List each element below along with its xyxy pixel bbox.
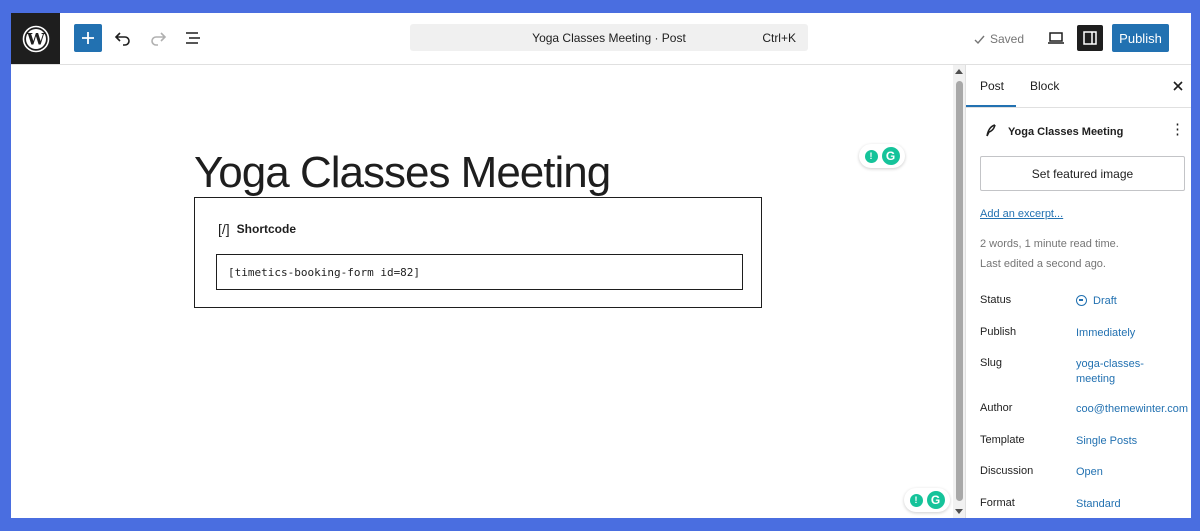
publish-button[interactable]: Publish [1112,24,1169,52]
close-icon [1173,81,1183,91]
redo-icon [151,32,167,46]
svg-text:W: W [26,29,46,48]
format-value[interactable]: Standard [1076,497,1121,512]
editor-canvas[interactable]: Yoga Classes Meeting ! G [/] Shortcode !… [11,65,953,518]
undo-button[interactable] [111,26,135,50]
format-label: Format [980,497,1015,509]
block-name: Shortcode [236,222,297,236]
post-icon [986,124,996,137]
redo-button[interactable] [146,26,170,50]
shortcode-icon: [/] [218,221,230,237]
undo-icon [114,32,130,46]
active-tab-indicator [966,105,1016,107]
settings-sidebar: Post Block Yoga Classes Meeting ⋮ Set fe… [965,65,1191,518]
settings-toggle-button[interactable] [1077,25,1103,51]
wordpress-icon: W [22,25,49,52]
status-value[interactable]: Draft [1076,294,1117,309]
slug-value[interactable]: yoga-classes-meeting [1076,357,1166,387]
tab-block[interactable]: Block [1030,79,1059,93]
editor-window: W Yoga Classes Meeting · Post Ctrl+K Sav… [11,13,1191,518]
grammarly-icon: G [881,147,900,165]
lightbulb-icon: ! [864,149,878,163]
lightbulb-icon: ! [909,493,923,507]
shortcode-block[interactable]: [/] Shortcode [194,197,762,308]
keyboard-shortcut: Ctrl+K [762,31,796,45]
grammarly-widget[interactable]: ! G [859,144,905,168]
check-icon [974,35,985,44]
scroll-up-arrow[interactable] [955,69,963,74]
author-label: Author [980,402,1013,414]
editor-toolbar: W Yoga Classes Meeting · Post Ctrl+K Sav… [11,13,1191,65]
shortcode-input[interactable] [216,254,743,290]
set-featured-image-button[interactable]: Set featured image [980,156,1185,191]
slug-label: Slug [980,357,1003,369]
template-label: Template [980,434,1025,446]
add-block-button[interactable] [74,24,102,52]
list-view-icon [186,32,200,44]
discussion-value[interactable]: Open [1076,465,1103,480]
block-label: [/] Shortcode [218,221,296,237]
last-edited: Last edited a second ago. [980,258,1106,270]
author-value[interactable]: coo@themewinter.com [1076,402,1188,417]
canvas-scrollbar[interactable] [953,65,965,518]
plus-icon [82,32,94,44]
publish-value[interactable]: Immediately [1076,326,1135,341]
discussion-label: Discussion [980,465,1034,477]
add-excerpt-link[interactable]: Add an excerpt... [980,208,1063,220]
grammarly-widget-bottom[interactable]: ! G [904,488,950,512]
template-value[interactable]: Single Posts [1076,434,1137,449]
post-summary-header: Yoga Classes Meeting ⋮ [980,122,1185,144]
preview-button[interactable] [1044,26,1068,50]
document-title: Yoga Classes Meeting · Post [532,31,686,45]
word-count: 2 words, 1 minute read time. [980,238,1119,250]
post-title[interactable]: Yoga Classes Meeting [194,148,611,198]
wordpress-logo-button[interactable]: W [11,13,60,64]
document-overview-button[interactable] [181,26,205,50]
grammarly-icon: G [926,491,945,509]
desktop-icon [1048,32,1064,44]
status-value-text: Draft [1093,295,1117,307]
scroll-down-arrow[interactable] [955,509,963,514]
close-sidebar-button[interactable] [1169,77,1187,95]
sidebar-post-title: Yoga Classes Meeting [1008,126,1124,138]
draft-icon [1076,295,1087,306]
saved-label: Saved [990,32,1025,46]
command-palette-bar[interactable]: Yoga Classes Meeting · Post Ctrl+K [410,24,808,51]
more-options-icon[interactable]: ⋮ [1170,122,1185,137]
status-label: Status [980,294,1012,306]
sidebar-tabs: Post Block [966,65,1191,108]
saved-status: Saved [974,32,1024,46]
scroll-thumb[interactable] [956,81,963,501]
tab-post[interactable]: Post [980,79,1004,93]
publish-label: Publish [980,326,1017,338]
sidebar-icon [1083,31,1097,45]
